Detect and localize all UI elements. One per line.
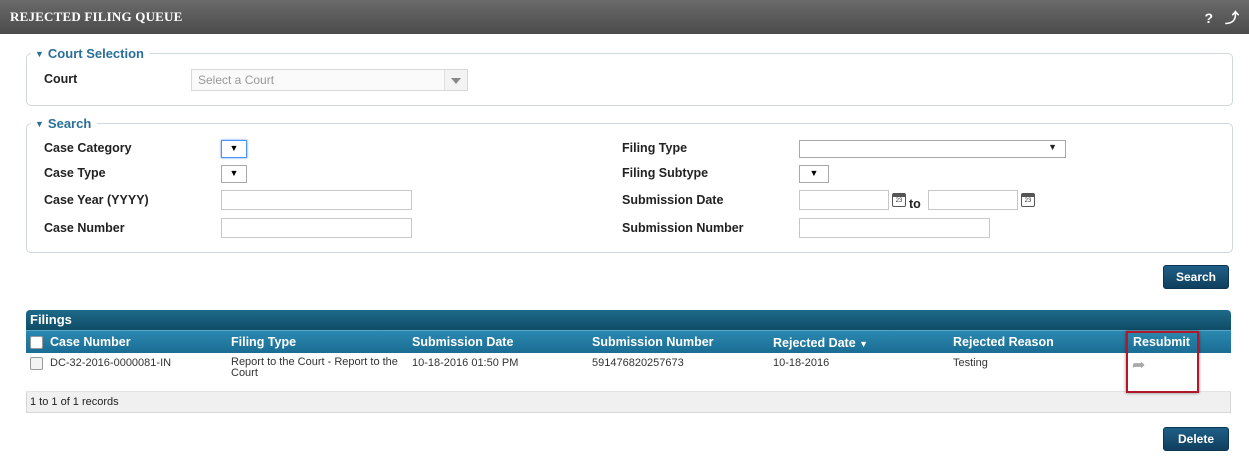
submission-date-from-input[interactable] <box>799 190 889 210</box>
filing-subtype-select[interactable]: ▼ <box>799 165 829 183</box>
cell-submission-date: 10-18-2016 01:50 PM <box>412 357 519 369</box>
case-number-input[interactable] <box>221 218 412 238</box>
filing-type-select[interactable]: ▼ <box>799 140 1066 158</box>
sort-descending-icon: ▼ <box>859 339 869 349</box>
court-select-placeholder: Select a Court <box>198 73 275 87</box>
header-submission-number[interactable]: Submission Number <box>592 335 714 349</box>
filings-grid: Filings Case Number Filing Type Submissi… <box>26 310 1231 413</box>
case-category-label: Case Category <box>44 141 132 155</box>
header-submission-date[interactable]: Submission Date <box>412 335 513 349</box>
case-year-input[interactable] <box>221 190 412 210</box>
select-all-checkbox[interactable] <box>30 336 43 349</box>
grid-footer: 1 to 1 of 1 records <box>26 392 1231 413</box>
filings-title: Filings <box>26 310 1231 330</box>
cell-rejected-date: 10-18-2016 <box>773 357 830 369</box>
court-selection-legend: Court Selection <box>47 46 144 61</box>
delete-button[interactable]: Delete <box>1163 427 1229 451</box>
cell-case-number: DC-32-2016-0000081-IN <box>50 357 172 369</box>
popout-icon[interactable]: ⤴ <box>1225 10 1239 26</box>
header-rejected-reason[interactable]: Rejected Reason <box>953 335 1054 349</box>
header-filing-type[interactable]: Filing Type <box>231 335 296 349</box>
window-titlebar: REJECTED FILING QUEUE ? ⤴ <box>0 0 1249 34</box>
table-row[interactable]: DC-32-2016-0000081-IN Report to the Cour… <box>26 353 1231 392</box>
page-title: REJECTED FILING QUEUE <box>10 9 183 24</box>
submission-date-to-input[interactable] <box>928 190 1018 210</box>
case-year-label: Case Year (YYYY) <box>44 193 149 207</box>
search-legend: Search <box>47 116 92 131</box>
submission-date-label: Submission Date <box>622 193 724 207</box>
row-checkbox[interactable] <box>30 357 43 370</box>
filings-header-row: Case Number Filing Type Submission Date … <box>26 330 1231 353</box>
header-rejected-date-label: Rejected Date <box>773 336 856 350</box>
calendar-icon[interactable]: 23 <box>1021 193 1035 207</box>
resubmit-highlight <box>1126 331 1199 393</box>
cell-filing-type: Report to the Court - Report to the Cour… <box>231 356 398 379</box>
date-to-label: to <box>909 197 921 211</box>
case-type-label: Case Type <box>44 166 106 180</box>
filing-type-label: Filing Type <box>622 141 688 155</box>
court-selection-toggle[interactable]: ▼ Court Selection <box>31 46 150 61</box>
collapse-triangle-icon: ▼ <box>35 49 44 59</box>
submission-number-input[interactable] <box>799 218 990 238</box>
court-label: Court <box>44 72 78 86</box>
cell-rejected-reason: Testing <box>953 357 988 369</box>
case-type-select[interactable]: ▼ <box>221 165 247 183</box>
header-rejected-date[interactable]: Rejected Date ▼ <box>773 336 868 350</box>
header-case-number[interactable]: Case Number <box>50 335 131 349</box>
cell-submission-number: 591476820257673 <box>592 357 684 369</box>
filing-subtype-label: Filing Subtype <box>622 166 709 180</box>
chevron-down-icon[interactable] <box>444 70 467 90</box>
case-number-label: Case Number <box>44 221 125 235</box>
chevron-down-icon: ▼ <box>1048 142 1057 152</box>
collapse-triangle-icon: ▼ <box>35 119 44 129</box>
calendar-icon[interactable]: 23 <box>892 193 906 207</box>
court-select[interactable]: Select a Court <box>191 69 468 91</box>
titlebar-icons: ? ⤴ <box>1197 8 1239 28</box>
search-button[interactable]: Search <box>1163 265 1229 289</box>
help-icon[interactable]: ? <box>1205 10 1214 26</box>
submission-number-label: Submission Number <box>622 221 744 235</box>
case-category-select[interactable]: ▼ <box>221 140 247 158</box>
search-toggle[interactable]: ▼ Search <box>31 116 97 131</box>
